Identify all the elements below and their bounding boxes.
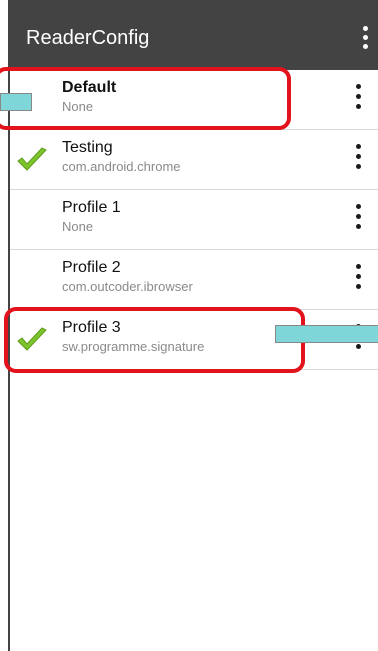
profile-title: Testing	[62, 139, 113, 156]
app-bar: ReaderConfig	[8, 0, 378, 70]
profile-title: Profile 1	[62, 199, 121, 216]
profile-row-profile-2[interactable]: Profile 2 com.outcoder.ibrowser	[10, 250, 378, 310]
profile-subtitle: com.android.chrome	[62, 159, 181, 174]
profile-subtitle: None	[62, 219, 94, 234]
more-vert-icon[interactable]	[354, 84, 364, 114]
more-vert-icon[interactable]	[354, 144, 364, 174]
highlight-box-profile-3	[4, 307, 305, 373]
app-title: ReaderConfig	[26, 27, 150, 49]
highlight-box-default	[0, 67, 291, 130]
more-vert-icon[interactable]	[354, 264, 364, 294]
screen: ReaderConfig Default None Testing com.an…	[0, 0, 378, 651]
checkmark-icon	[17, 147, 47, 171]
annotation-marker	[275, 325, 378, 343]
profile-row-testing[interactable]: Testing com.android.chrome	[10, 130, 378, 190]
profile-row-profile-1[interactable]: Profile 1 None	[10, 190, 378, 250]
profile-title: Profile 2	[62, 259, 121, 276]
more-vert-icon[interactable]	[360, 26, 370, 50]
profile-subtitle: com.outcoder.ibrowser	[62, 279, 193, 294]
more-vert-icon[interactable]	[354, 204, 364, 234]
